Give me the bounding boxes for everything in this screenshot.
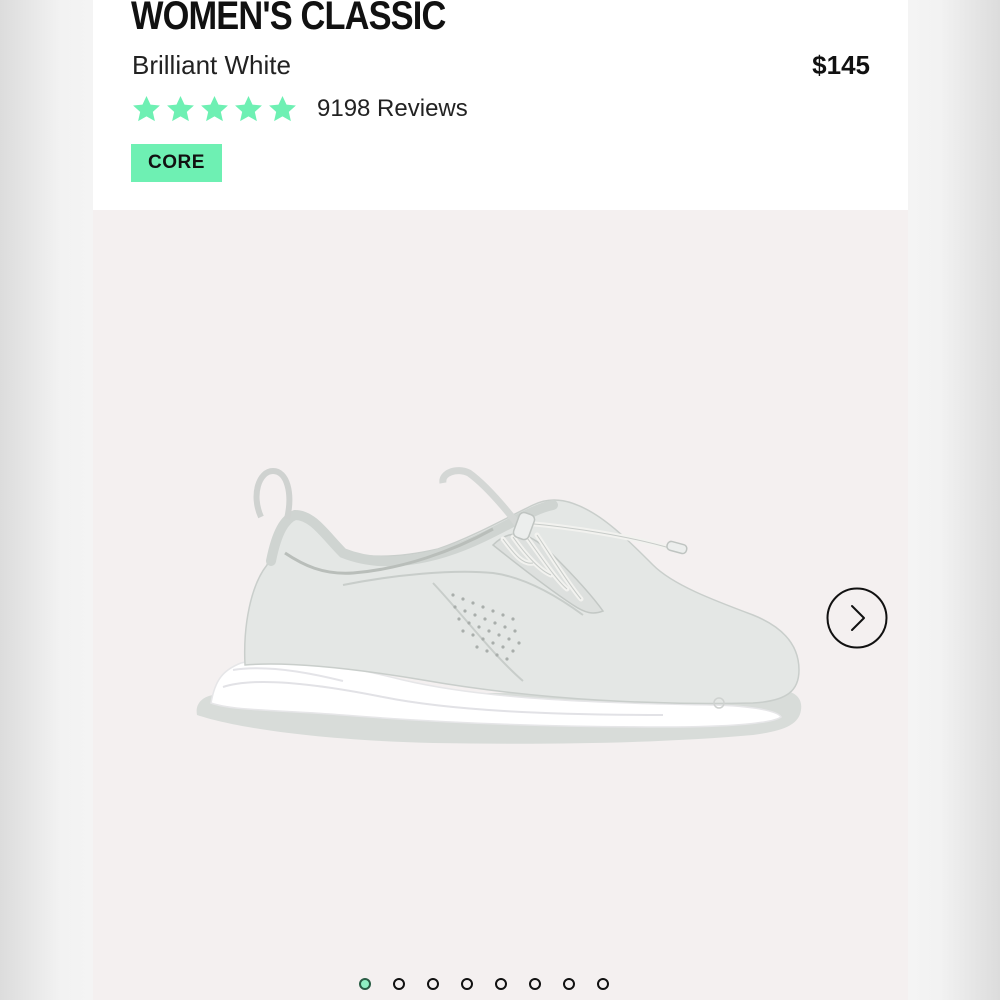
star-icon <box>201 95 228 121</box>
core-badge: CORE <box>131 144 222 182</box>
product-title: WOMEN'S CLASSIC <box>131 0 446 38</box>
star-rating <box>131 94 298 125</box>
next-image-button[interactable] <box>826 587 888 649</box>
star-icon <box>269 95 296 121</box>
pagination-dot[interactable] <box>461 978 473 990</box>
pagination-dot[interactable] <box>597 978 609 990</box>
pagination-dot[interactable] <box>427 978 439 990</box>
pagination-dot[interactable] <box>495 978 507 990</box>
product-color-name: Brilliant White <box>132 50 291 80</box>
image-gallery[interactable] <box>93 210 908 1000</box>
pagination-dot[interactable] <box>563 978 575 990</box>
star-icon <box>235 95 262 121</box>
pagination-dot[interactable] <box>529 978 541 990</box>
reviews-link[interactable]: 9198 Reviews <box>317 95 468 123</box>
chevron-right-icon <box>826 587 888 649</box>
pagination-dot[interactable] <box>359 978 371 990</box>
star-icon <box>133 95 160 121</box>
pagination-dot[interactable] <box>393 978 405 990</box>
product-price: $145 <box>812 50 870 80</box>
product-header: WOMEN'S CLASSIC Brilliant White $145 919… <box>93 0 908 210</box>
product-rating: 9198 Reviews <box>131 92 468 126</box>
white-sneaker-image <box>196 467 802 744</box>
product-card: WOMEN'S CLASSIC Brilliant White $145 919… <box>93 0 908 1000</box>
star-icon <box>167 95 194 121</box>
gallery-pagination <box>359 978 609 990</box>
